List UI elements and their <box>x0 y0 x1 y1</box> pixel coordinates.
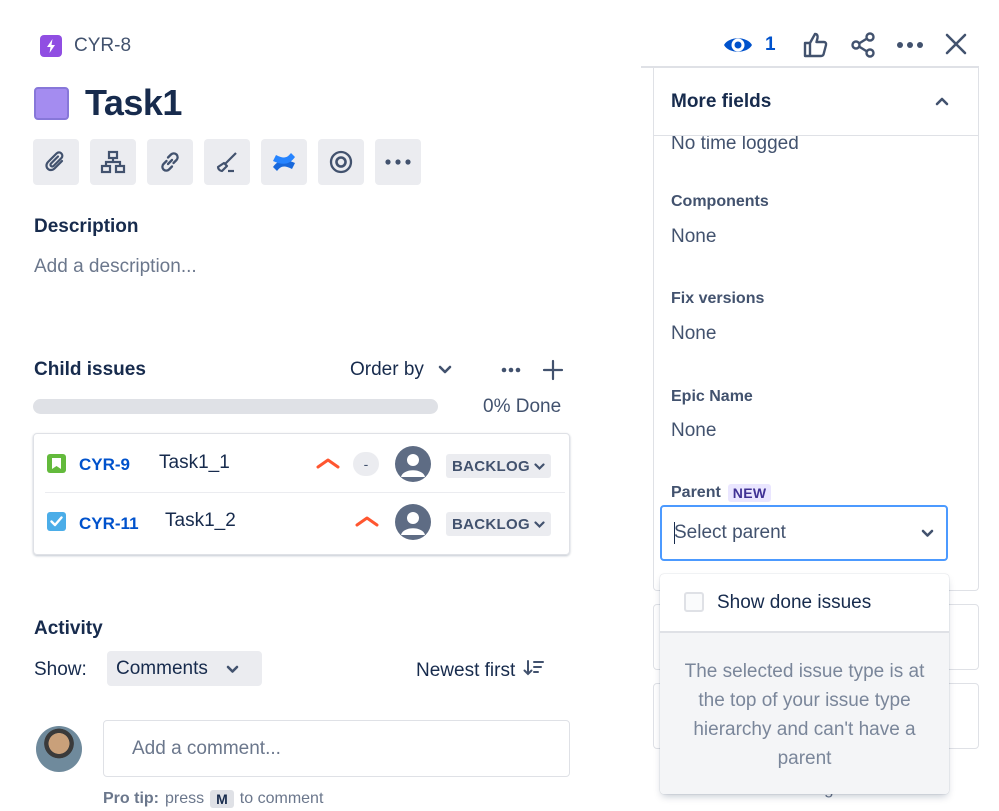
child-progress-text: 0% Done <box>483 396 562 417</box>
priority-high-icon <box>354 514 380 530</box>
watch-count[interactable]: 1 <box>765 34 776 56</box>
fix-versions-value[interactable]: None <box>671 323 716 345</box>
child-issues-more-icon[interactable] <box>497 358 525 382</box>
components-value[interactable]: None <box>671 226 716 248</box>
chevron-down-icon <box>921 522 934 544</box>
no-parent-message: The selected issue type is at the top of… <box>684 661 925 769</box>
pro-tip-press: press <box>165 790 205 807</box>
child-issue-key[interactable]: CYR-11 <box>79 514 139 534</box>
pro-tip-prefix: Pro tip: <box>103 790 159 807</box>
parent-field-label: Parent NEW <box>671 484 772 502</box>
issue-color-swatch <box>34 87 69 120</box>
description-heading: Description <box>34 216 139 237</box>
add-comment-input[interactable]: Add a comment... <box>103 720 570 777</box>
status-dropdown[interactable]: BACKLOG <box>446 512 551 536</box>
thumbs-up-icon[interactable] <box>800 30 830 60</box>
breadcrumb-issue-key[interactable]: CYR-8 <box>74 35 131 57</box>
components-label: Components <box>671 193 769 210</box>
epic-icon <box>40 35 62 57</box>
sort-order-label: Newest first <box>416 660 516 681</box>
issue-title[interactable]: Task1 <box>85 82 182 124</box>
child-issue-summary[interactable]: Task1_1 <box>159 452 230 474</box>
status-dropdown[interactable]: BACKLOG <box>446 454 551 478</box>
child-issue-hierarchy-icon[interactable] <box>90 139 136 185</box>
text-cursor <box>674 522 675 544</box>
current-user-avatar <box>36 726 82 772</box>
priority-high-icon <box>315 456 341 472</box>
watch-eye-icon[interactable] <box>722 30 754 60</box>
parent-label: Parent <box>671 484 721 501</box>
assignee-avatar[interactable] <box>395 504 431 540</box>
activity-filter-value: Comments <box>116 657 208 679</box>
target-icon[interactable] <box>318 139 364 185</box>
pro-tip-suffix: to comment <box>239 790 324 807</box>
assignee-avatar[interactable] <box>395 446 431 482</box>
order-by-label: Order by <box>350 359 424 380</box>
activity-filter-dropdown[interactable]: Comments <box>107 651 262 686</box>
child-progress-bar <box>33 399 438 414</box>
status-label: BACKLOG <box>452 515 530 533</box>
more-fields-title[interactable]: More fields <box>671 91 771 113</box>
epic-name-value[interactable]: None <box>671 420 716 442</box>
status-label: BACKLOG <box>452 457 530 475</box>
sort-descending-icon <box>523 659 545 683</box>
show-label: Show: <box>34 659 87 680</box>
order-by-dropdown[interactable]: Order by <box>350 359 452 381</box>
dropdown-divider <box>660 631 949 633</box>
chevron-down-icon <box>438 359 452 381</box>
activity-heading: Activity <box>34 618 103 639</box>
show-done-issues-label[interactable]: Show done issues <box>717 592 871 614</box>
more-actions-icon[interactable] <box>894 30 926 60</box>
story-icon <box>47 454 66 473</box>
child-issue-key[interactable]: CYR-9 <box>79 455 130 475</box>
task-icon <box>47 512 66 531</box>
more-tools-icon[interactable] <box>375 139 421 185</box>
link-icon[interactable] <box>147 139 193 185</box>
share-icon[interactable] <box>848 30 878 60</box>
chevron-down-icon <box>534 516 545 533</box>
estimate-badge: - <box>353 452 379 476</box>
show-done-issues-checkbox[interactable] <box>684 592 704 612</box>
child-issues-heading: Child issues <box>34 359 146 380</box>
child-issues-table <box>33 433 570 555</box>
issue-toolbar <box>33 139 421 185</box>
fix-versions-label: Fix versions <box>671 290 765 307</box>
chevron-down-icon <box>226 658 239 680</box>
chevron-up-icon[interactable] <box>931 90 953 112</box>
add-child-issue-icon[interactable] <box>540 357 566 383</box>
keyboard-shortcut-key: M <box>210 790 234 808</box>
row-divider <box>45 492 565 493</box>
select-parent-input[interactable]: Select parent <box>660 505 948 561</box>
pro-tip: Pro tip: press M to comment <box>103 790 323 808</box>
attach-icon[interactable] <box>33 139 79 185</box>
time-tracking-value[interactable]: No time logged <box>671 133 799 155</box>
description-field[interactable]: Add a description... <box>34 256 197 278</box>
epic-name-label: Epic Name <box>671 388 753 405</box>
close-icon[interactable] <box>942 30 970 58</box>
confluence-icon[interactable] <box>261 139 307 185</box>
new-badge: NEW <box>727 484 772 502</box>
sort-order-button[interactable]: Newest first <box>416 659 545 683</box>
child-issue-summary[interactable]: Task1_2 <box>165 510 236 532</box>
design-pen-icon[interactable] <box>204 139 250 185</box>
select-parent-placeholder: Select parent <box>674 522 786 543</box>
chevron-down-icon <box>534 458 545 475</box>
